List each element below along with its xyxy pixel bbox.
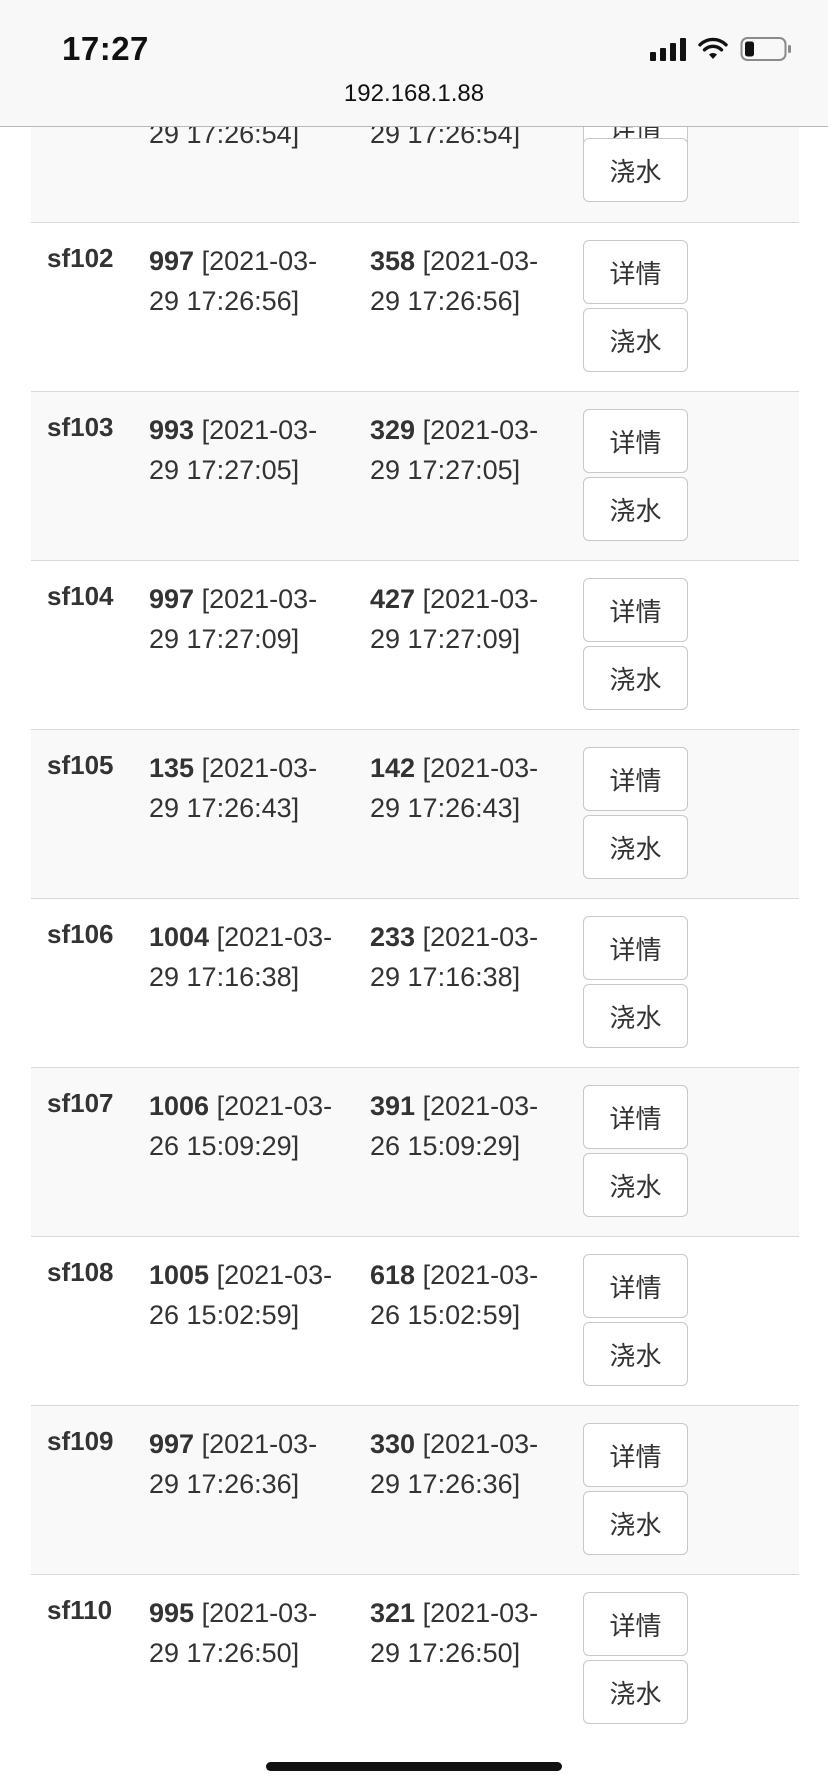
sensor-a-value: 1005	[149, 1260, 210, 1290]
sensor-id: sf108	[47, 1257, 114, 1287]
sensor-a-reading: 997 [2021-03-29 17:26:56]	[149, 241, 339, 321]
sensor-a-value: 997	[149, 1429, 195, 1459]
cellular-signal-icon	[650, 37, 686, 61]
table-row: sf105 135 [2021-03-29 17:26:43] 142 [2021-…	[31, 729, 799, 898]
sensor-b-reading: 233 [2021-03-29 17:16:38]	[370, 917, 560, 997]
sensor-b-value: 391	[370, 1091, 416, 1121]
detail-button[interactable]: 详情	[583, 747, 688, 811]
browser-top-bar: 17:27 192.168.1.88	[0, 0, 828, 127]
water-button[interactable]: 浇水	[583, 308, 688, 372]
sensor-a-value: 997	[149, 584, 195, 614]
detail-button[interactable]: 详情	[583, 240, 688, 304]
water-button[interactable]: 浇水	[583, 646, 688, 710]
table-row: sf103 993 [2021-03-29 17:27:05] 329 [2021-…	[31, 391, 799, 560]
sensor-a-reading: 995 [2021-03-29 17:26:50]	[149, 1593, 339, 1673]
screen: 29 17:26:54] 29 17:26:54] 详情 浇水 sf102 997…	[0, 0, 828, 1792]
sensor-b-value: 358	[370, 246, 416, 276]
sensor-id: sf102	[47, 243, 114, 273]
sensor-b-reading: 618 [2021-03-26 15:02:59]	[370, 1255, 560, 1335]
sensor-b-reading: 358 [2021-03-29 17:26:56]	[370, 241, 560, 321]
table-row: sf106 1004 [2021-03-29 17:16:38] 233 [2021…	[31, 898, 799, 1067]
sensor-a-reading: 1004 [2021-03-29 17:16:38]	[149, 917, 339, 997]
table-row: sf104 997 [2021-03-29 17:27:09] 427 [2021-…	[31, 560, 799, 729]
detail-button[interactable]: 详情	[583, 1254, 688, 1318]
table-row: sf109 997 [2021-03-29 17:26:36] 330 [2021-…	[31, 1405, 799, 1574]
sensor-id: sf105	[47, 750, 114, 780]
sensor-a-value: 1004	[149, 922, 210, 952]
sensor-b-reading: 427 [2021-03-29 17:27:09]	[370, 579, 560, 659]
sensor-a-value: 997	[149, 246, 195, 276]
water-button[interactable]: 浇水	[583, 984, 688, 1048]
sensor-id: sf103	[47, 412, 114, 442]
water-button[interactable]: 浇水	[583, 1322, 688, 1386]
table-row: sf108 1005 [2021-03-26 15:02:59] 618 [2021…	[31, 1236, 799, 1405]
sensor-a-value: 993	[149, 415, 195, 445]
sensor-b-value: 233	[370, 922, 416, 952]
sensor-a-reading: 997 [2021-03-29 17:27:09]	[149, 579, 339, 659]
sensor-id: sf107	[47, 1088, 114, 1118]
sensor-a-reading: 1006 [2021-03-26 15:09:29]	[149, 1086, 339, 1166]
sensor-id: sf106	[47, 919, 114, 949]
sensor-b-value: 329	[370, 415, 416, 445]
detail-button[interactable]: 详情	[583, 1085, 688, 1149]
water-button[interactable]: 浇水	[583, 815, 688, 879]
sensor-a-reading: 135 [2021-03-29 17:26:43]	[149, 748, 339, 828]
detail-button[interactable]: 详情	[583, 1423, 688, 1487]
detail-button[interactable]: 详情	[583, 409, 688, 473]
table-row: sf107 1006 [2021-03-26 15:09:29] 391 [2021…	[31, 1067, 799, 1236]
table-row: sf110 995 [2021-03-29 17:26:50] 321 [2021-…	[31, 1574, 799, 1743]
sensor-id: sf104	[47, 581, 114, 611]
water-button[interactable]: 浇水	[583, 1153, 688, 1217]
detail-button[interactable]: 详情	[583, 916, 688, 980]
sensor-b-reading: 321 [2021-03-29 17:26:50]	[370, 1593, 560, 1673]
water-button[interactable]: 浇水	[583, 477, 688, 541]
address-bar-url[interactable]: 192.168.1.88	[0, 80, 828, 108]
sensor-id: sf109	[47, 1426, 114, 1456]
water-button-partial[interactable]: 浇水	[583, 138, 688, 202]
sensor-id: sf110	[47, 1595, 113, 1625]
sensor-b-reading: 142 [2021-03-29 17:26:43]	[370, 748, 560, 828]
sensor-a-reading: 993 [2021-03-29 17:27:05]	[149, 410, 339, 490]
battery-icon	[740, 37, 791, 61]
sensor-a-reading: 1005 [2021-03-26 15:02:59]	[149, 1255, 339, 1335]
table-row: sf102 997 [2021-03-29 17:26:56] 358 [2021-…	[31, 222, 799, 391]
status-icons	[650, 36, 792, 62]
water-button[interactable]: 浇水	[583, 1491, 688, 1555]
sensor-b-value: 321	[370, 1598, 416, 1628]
sensor-b-reading: 391 [2021-03-26 15:09:29]	[370, 1086, 560, 1166]
sensor-a-value: 1006	[149, 1091, 210, 1121]
water-button[interactable]: 浇水	[583, 1660, 688, 1724]
sensor-a-reading: 997 [2021-03-29 17:26:36]	[149, 1424, 339, 1504]
sensor-a-value: 135	[149, 753, 195, 783]
detail-button[interactable]: 详情	[583, 1592, 688, 1656]
sensor-a-value: 995	[149, 1598, 195, 1628]
sensor-b-value: 618	[370, 1260, 416, 1290]
detail-button[interactable]: 详情	[583, 578, 688, 642]
wifi-icon	[698, 37, 728, 59]
sensor-b-value: 330	[370, 1429, 416, 1459]
sensor-b-value: 427	[370, 584, 416, 614]
status-bar-time: 17:27	[62, 30, 149, 67]
sensor-b-reading: 329 [2021-03-29 17:27:05]	[370, 410, 560, 490]
sensor-b-reading: 330 [2021-03-29 17:26:36]	[370, 1424, 560, 1504]
home-indicator[interactable]	[266, 1762, 562, 1771]
sensor-b-value: 142	[370, 753, 416, 783]
